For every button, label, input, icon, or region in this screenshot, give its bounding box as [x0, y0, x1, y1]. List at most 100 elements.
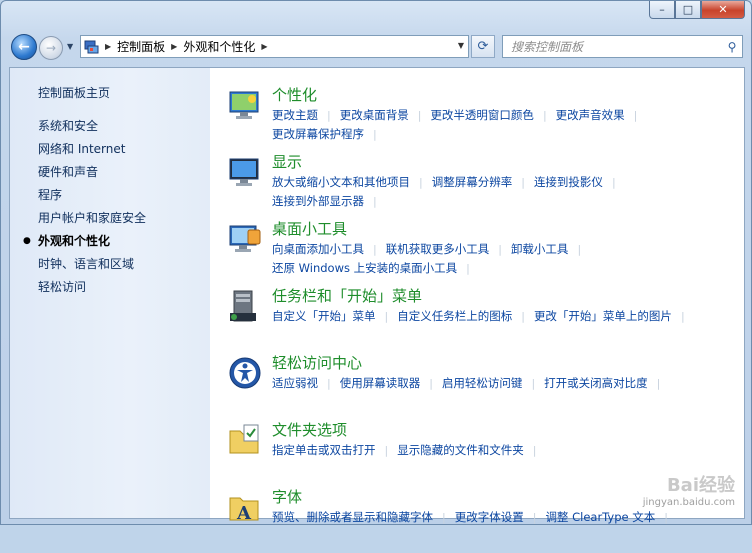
link-divider: | [466, 262, 470, 275]
active-bullet-icon: ● [23, 236, 31, 246]
task-link[interactable]: 调整 ClearType 文本 [545, 508, 655, 527]
link-divider: | [417, 109, 422, 122]
task-link[interactable]: 使用屏幕读取器 [340, 374, 421, 393]
breadcrumb-separator[interactable]: ▶ [261, 42, 267, 51]
sidebar-item[interactable]: 系统和安全 [10, 115, 210, 138]
link-divider: | [664, 511, 668, 524]
category-body: 轻松访问中心 适应弱视 | 使用屏幕读取器 | 启用轻松访问键 | 打开或关闭高对比度 | [272, 352, 744, 419]
task-link[interactable]: 更改半透明窗口颜色 [430, 106, 534, 125]
task-link[interactable]: 联机获取更多小工具 [386, 240, 490, 259]
category-body: 个性化 更改主题 | 更改桌面背景 | 更改半透明窗口颜色 | 更改声音效果 | 更改屏幕保护程序… [272, 84, 744, 151]
link-divider: | [577, 243, 582, 256]
task-link[interactable]: 更改声音效果 [556, 106, 625, 125]
breadcrumb-appearance[interactable]: 外观和个性化 [183, 38, 255, 55]
task-link[interactable]: 显示隐藏的文件和文件夹 [397, 441, 524, 460]
address-bar[interactable]: ▶ 控制面板 ▶ 外观和个性化 ▶ ▼ [80, 35, 469, 58]
category-body: 显示 放大或缩小文本和其他项目 | 调整屏幕分辨率 | 连接到投影仪 | 连接到外部显示器 | [272, 151, 744, 218]
category-links: 预览、删除或者显示和隐藏字体 | 更改字体设置 | 调整 ClearType 文本 | [272, 508, 744, 527]
task-link[interactable]: 更改主题 [272, 106, 318, 125]
watermark-main: Bai经验 [666, 475, 735, 496]
sidebar-item[interactable]: 网络和 Internet [10, 138, 210, 161]
task-link[interactable]: 启用轻松访问键 [442, 374, 523, 393]
task-link[interactable]: 适应弱视 [272, 374, 318, 393]
task-link[interactable]: 还原 Windows 上安装的桌面小工具 [272, 259, 457, 278]
breadcrumb-separator[interactable]: ▶ [105, 42, 111, 51]
task-link[interactable]: 更改字体设置 [455, 508, 524, 527]
control-panel-icon [81, 36, 103, 57]
task-link[interactable]: 卸载小工具 [511, 240, 569, 259]
link-divider: | [419, 176, 423, 189]
sidebar-item[interactable]: 用户帐户和家庭安全 [10, 207, 210, 230]
task-link[interactable]: 自定义「开始」菜单 [272, 307, 376, 326]
display-icon[interactable] [228, 155, 272, 195]
task-link[interactable]: 打开或关闭高对比度 [544, 374, 648, 393]
category-title[interactable]: 桌面小工具 [272, 218, 744, 240]
category-body: 任务栏和「开始」菜单 自定义「开始」菜单 | 自定义任务栏上的图标 | 更改「开始」菜单上… [272, 285, 744, 352]
recent-pages-dropdown-icon[interactable]: ▼ [67, 42, 73, 51]
link-divider: | [384, 444, 389, 457]
ease-of-access-icon[interactable] [228, 356, 272, 396]
sidebar-item-label: 用户帐户和家庭安全 [38, 211, 147, 225]
sidebar-item[interactable]: 程序 [10, 184, 210, 207]
watermark: Bai经验 jingyan.baidu.com [643, 471, 735, 508]
category-links: 适应弱视 | 使用屏幕读取器 | 启用轻松访问键 | 打开或关闭高对比度 | [272, 374, 744, 393]
window: – □ ✕ ← → ▼ ▶ 控制面板 ▶ 外观和个性化 ▶ ▼ ⟳ ⚲ 控制面板… [0, 0, 752, 525]
task-link[interactable]: 指定单击或双击打开 [272, 441, 376, 460]
svg-text:A: A [236, 503, 252, 524]
link-divider: | [327, 109, 331, 122]
sidebar-item[interactable]: 轻松访问 [10, 276, 210, 299]
category-title[interactable]: 个性化 [272, 84, 744, 106]
link-divider: | [532, 511, 537, 524]
task-link[interactable]: 更改「开始」菜单上的图片 [534, 307, 672, 326]
sidebar-item-label: 外观和个性化 [38, 234, 111, 248]
category-title[interactable]: 任务栏和「开始」菜单 [272, 285, 744, 307]
category-title[interactable]: 轻松访问中心 [272, 352, 744, 374]
category-title[interactable]: 文件夹选项 [272, 419, 744, 441]
folder-options-icon[interactable] [228, 423, 272, 463]
task-link[interactable]: 更改桌面背景 [340, 106, 409, 125]
link-divider: | [429, 377, 433, 390]
address-dropdown-icon[interactable]: ▼ [458, 41, 464, 50]
breadcrumb-separator[interactable]: ▶ [171, 42, 177, 51]
task-link[interactable]: 连接到投影仪 [534, 173, 603, 192]
task-link[interactable]: 连接到外部显示器 [272, 192, 364, 211]
task-link[interactable]: 预览、删除或者显示和隐藏字体 [272, 508, 433, 527]
task-link[interactable]: 调整屏幕分辨率 [432, 173, 513, 192]
category-links: 放大或缩小文本和其他项目 | 调整屏幕分辨率 | 连接到投影仪 | 连接到外部显示器 | [272, 173, 744, 211]
category-links: 自定义「开始」菜单 | 自定义任务栏上的图标 | 更改「开始」菜单上的图片 | [272, 307, 744, 326]
link-divider: | [373, 243, 377, 256]
category-links: 指定单击或双击打开 | 显示隐藏的文件和文件夹 | [272, 441, 744, 460]
link-divider: | [521, 176, 525, 189]
back-button[interactable]: ← [11, 34, 37, 60]
category-taskbar: 任务栏和「开始」菜单 自定义「开始」菜单 | 自定义任务栏上的图标 | 更改「开始」菜单上… [228, 285, 744, 352]
sidebar-item[interactable]: 硬件和声音 [10, 161, 210, 184]
link-divider: | [656, 377, 661, 390]
close-button[interactable]: ✕ [701, 1, 745, 19]
fonts-icon[interactable]: A [228, 490, 272, 530]
breadcrumb-control-panel[interactable]: 控制面板 [117, 38, 165, 55]
sidebar-item-label: 硬件和声音 [38, 165, 99, 179]
task-link[interactable]: 放大或缩小文本和其他项目 [272, 173, 410, 192]
search-icon[interactable]: ⚲ [722, 37, 742, 57]
gadgets-icon[interactable] [228, 222, 272, 262]
category-title[interactable]: 显示 [272, 151, 744, 173]
search-input[interactable] [503, 36, 722, 57]
task-link[interactable]: 自定义任务栏上的图标 [397, 307, 512, 326]
search-box[interactable]: ⚲ [502, 35, 743, 58]
sidebar-home-link[interactable]: 控制面板主页 [10, 82, 210, 105]
minimize-button[interactable]: – [649, 1, 675, 19]
sidebar-item-label: 轻松访问 [38, 280, 87, 294]
sidebar-item-label: 时钟、语言和区域 [38, 257, 135, 271]
maximize-button[interactable]: □ [675, 1, 701, 19]
refresh-button[interactable]: ⟳ [471, 35, 495, 58]
link-divider: | [611, 176, 616, 189]
link-divider: | [532, 444, 537, 457]
personalization-icon[interactable] [228, 88, 272, 128]
sidebar-item[interactable]: 时钟、语言和区域 [10, 253, 210, 276]
content-area: 控制面板主页 系统和安全 网络和 Internet 硬件和声音程序用户帐户和家庭安全… [9, 67, 745, 524]
forward-button[interactable]: → [39, 36, 63, 60]
task-link[interactable]: 更改屏幕保护程序 [272, 125, 364, 144]
sidebar-item[interactable]: ● 外观和个性化 [10, 230, 210, 253]
taskbar-icon[interactable] [228, 289, 272, 329]
task-link[interactable]: 向桌面添加小工具 [272, 240, 364, 259]
